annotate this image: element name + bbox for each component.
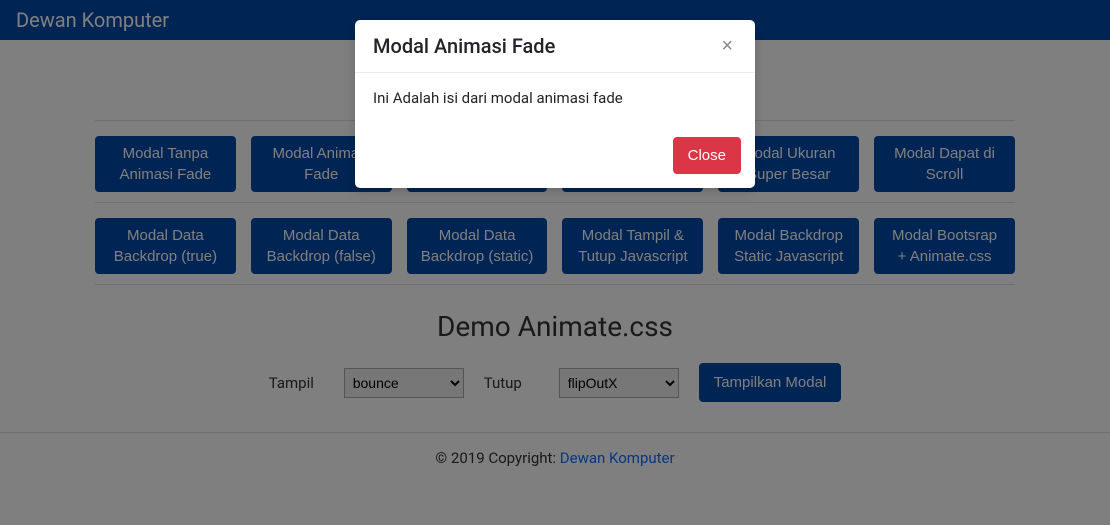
close-icon[interactable]: × xyxy=(717,36,737,56)
modal-footer: Close xyxy=(355,125,755,188)
modal-header: Modal Animasi Fade × xyxy=(355,20,755,73)
modal-close-button[interactable]: Close xyxy=(673,137,741,174)
modal-body: Ini Adalah isi dari modal animasi fade xyxy=(355,73,755,125)
page-root: Dewan Komputer Modal Tanpa Animasi Fade … xyxy=(0,0,1110,525)
modal-title: Modal Animasi Fade xyxy=(373,34,555,58)
modal-dialog: Modal Animasi Fade × Ini Adalah isi dari… xyxy=(355,20,755,188)
